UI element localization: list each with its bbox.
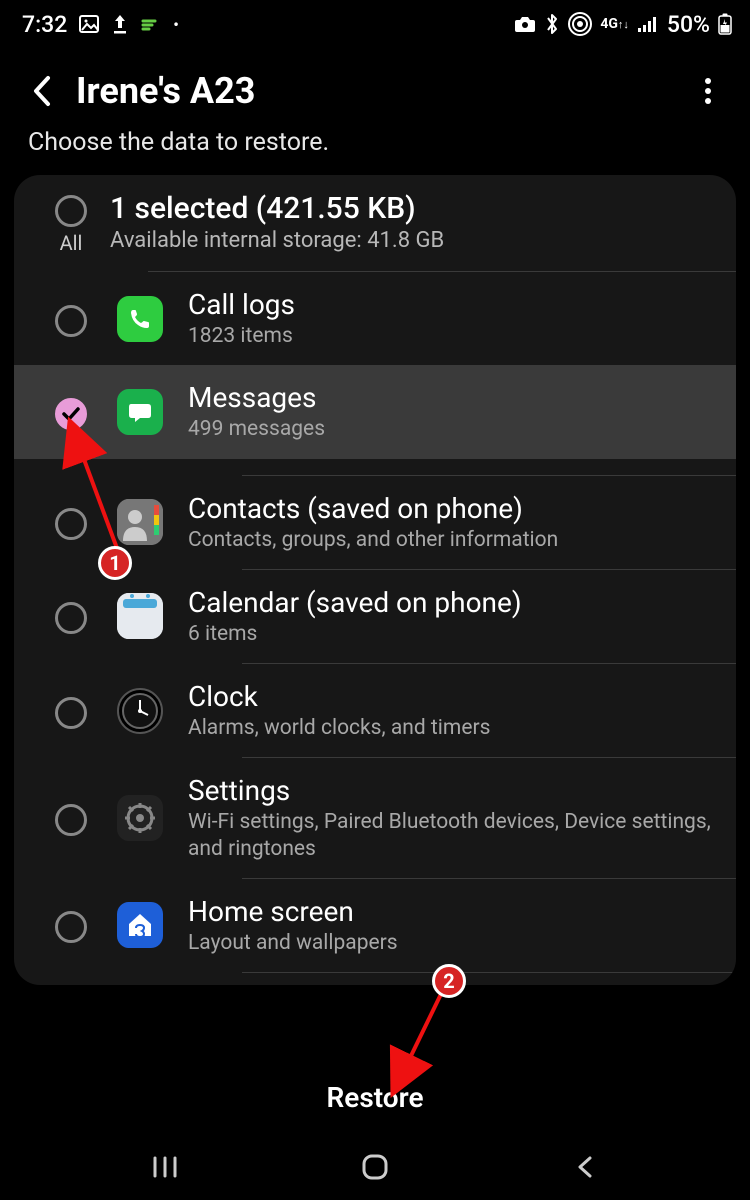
checkbox-calendar[interactable] (55, 602, 87, 634)
camera-icon (514, 14, 536, 34)
item-subtitle: Alarms, world clocks, and timers (188, 715, 718, 741)
item-title: Calendar (saved on phone) (188, 586, 718, 619)
home-icon (117, 902, 163, 948)
item-title: Home screen (188, 895, 718, 928)
item-title: Clock (188, 680, 718, 713)
page-title: Irene's A23 (76, 70, 255, 112)
gear-icon (117, 795, 163, 841)
item-call-logs[interactable]: Call logs 1823 items (14, 272, 736, 349)
item-clock[interactable]: Clock Alarms, world clocks, and timers (14, 664, 736, 741)
cell-signal-icon (637, 15, 659, 33)
network-type: 4G↑↓ (600, 17, 629, 31)
clock-icon (117, 688, 163, 734)
item-subtitle: Contacts, groups, and other information (188, 527, 718, 553)
item-title: Messages (188, 381, 718, 414)
storage-available-text: Available internal storage: 41.8 GB (110, 228, 718, 253)
checkbox-settings[interactable] (55, 804, 87, 836)
item-title: Contacts (saved on phone) (188, 492, 718, 525)
item-title: Settings (188, 774, 718, 807)
messages-icon (117, 389, 163, 435)
checkbox-call-logs[interactable] (55, 305, 87, 337)
more-options-button[interactable] (688, 71, 728, 111)
select-all-checkbox[interactable] (55, 195, 87, 227)
item-subtitle: 6 items (188, 621, 718, 647)
restore-button[interactable]: Restore (306, 1071, 443, 1124)
nav-home-button[interactable] (335, 1147, 415, 1187)
select-all-label: All (60, 231, 83, 255)
back-button[interactable] (22, 71, 62, 111)
contacts-icon (117, 499, 163, 545)
dot-icon: • (173, 15, 179, 34)
status-time: 7:32 (22, 11, 67, 38)
selection-summary-title: 1 selected (421.55 KB) (110, 191, 718, 226)
item-subtitle: 499 messages (188, 416, 718, 442)
item-calendar[interactable]: Calendar (saved on phone) 6 items (14, 570, 736, 647)
hotspot-icon (568, 12, 592, 36)
picture-icon (79, 14, 99, 34)
select-all-row[interactable]: All 1 selected (421.55 KB) Available int… (14, 175, 736, 255)
item-messages[interactable]: Messages 499 messages (14, 365, 736, 458)
item-title: Call logs (188, 288, 718, 321)
nav-recents-button[interactable] (125, 1147, 205, 1187)
checkbox-contacts[interactable] (55, 508, 87, 540)
battery-text: 50% (667, 11, 710, 38)
status-bar: 7:32 • 4G↑↓ 50% (0, 0, 750, 42)
page-subtitle: Choose the data to restore. (0, 122, 750, 175)
checkbox-clock[interactable] (55, 697, 87, 729)
calendar-icon (117, 593, 163, 639)
signal-bars-icon (141, 15, 161, 33)
bottom-action-bar: Restore (0, 1071, 750, 1124)
navigation-bar (0, 1134, 750, 1200)
phone-icon (117, 296, 163, 342)
item-settings[interactable]: Settings Wi-Fi settings, Paired Bluetoot… (14, 758, 736, 862)
checkbox-messages[interactable] (55, 398, 87, 430)
header: Irene's A23 (0, 42, 750, 122)
nav-back-button[interactable] (545, 1147, 625, 1187)
bluetooth-icon (544, 13, 560, 35)
restore-items-panel: All 1 selected (421.55 KB) Available int… (14, 175, 736, 985)
upload-icon (111, 13, 129, 35)
item-subtitle: 1823 items (188, 323, 718, 349)
checkbox-home-screen[interactable] (55, 911, 87, 943)
item-home-screen[interactable]: Home screen Layout and wallpapers (14, 879, 736, 956)
item-subtitle: Layout and wallpapers (188, 930, 718, 956)
divider (242, 972, 736, 973)
item-contacts[interactable]: Contacts (saved on phone) Contacts, grou… (14, 476, 736, 553)
item-subtitle: Wi-Fi settings, Paired Bluetooth devices… (188, 809, 718, 862)
battery-icon (718, 13, 732, 35)
